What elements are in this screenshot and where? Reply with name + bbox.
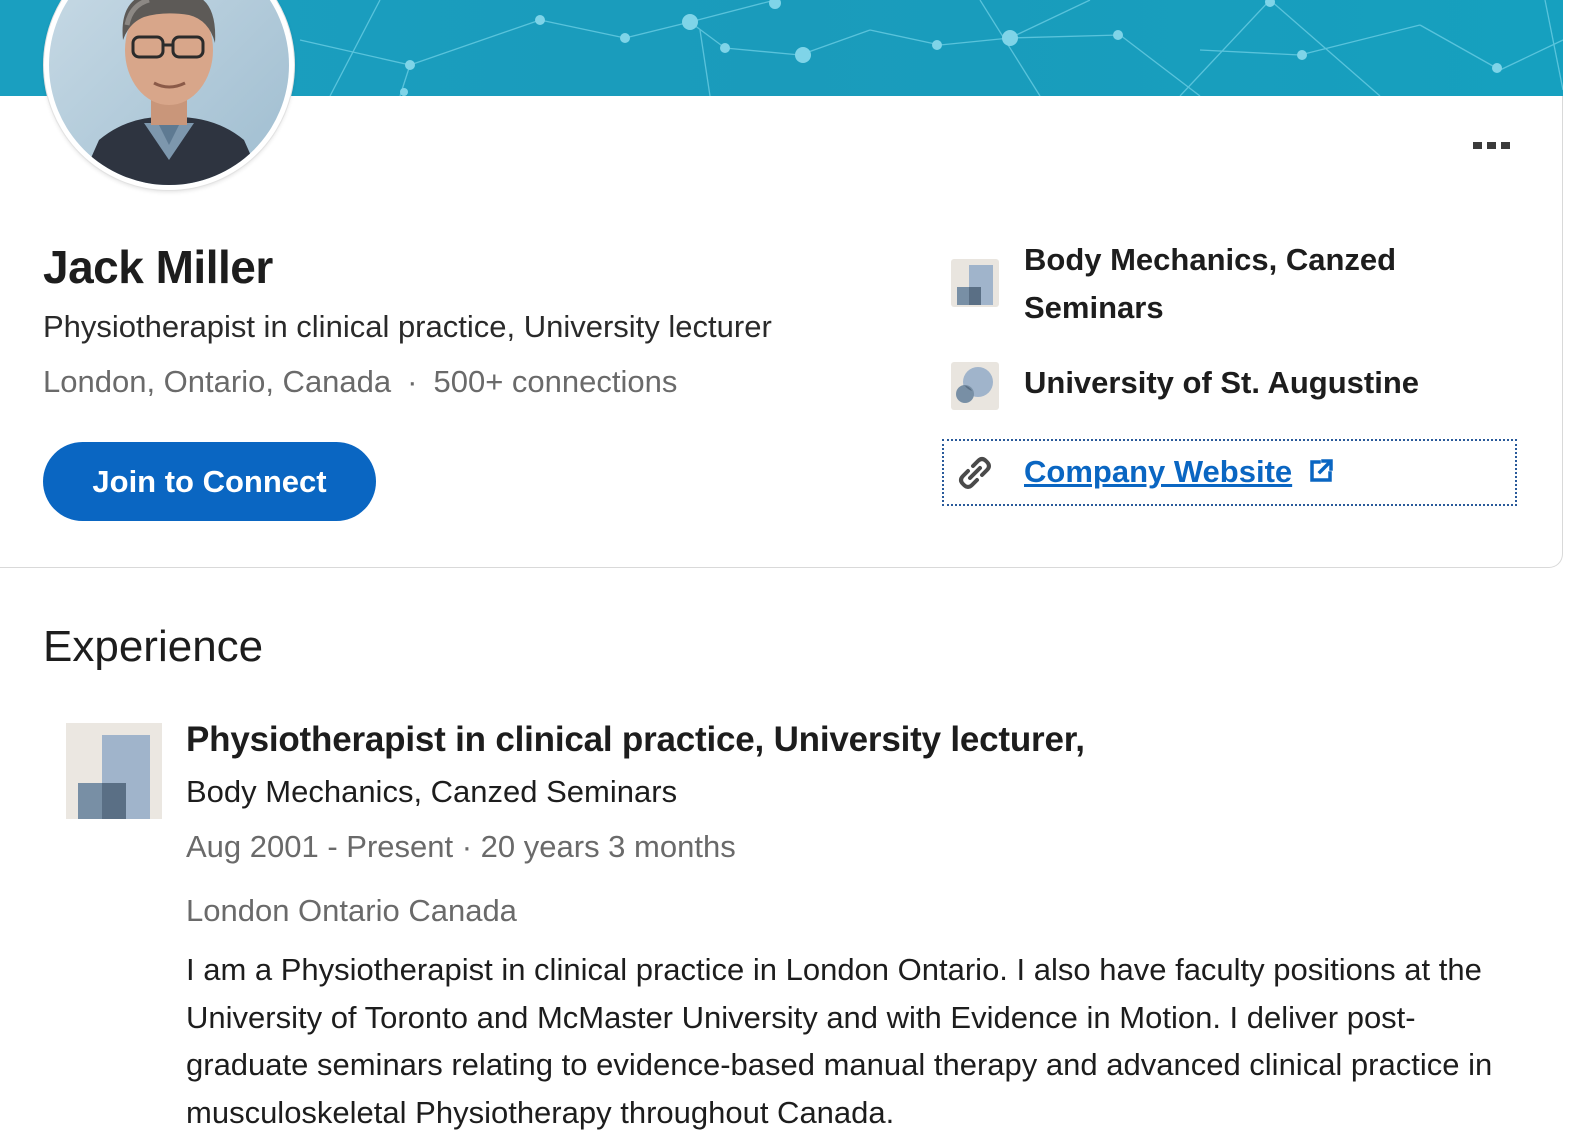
join-to-connect-button[interactable]: Join to Connect — [43, 442, 376, 521]
profile-meta: London, Ontario, Canada · 500+ connectio… — [43, 364, 677, 400]
experience-title[interactable]: Physiotherapist in clinical practice, Un… — [186, 720, 1085, 760]
more-dots-icon — [1472, 141, 1482, 149]
experience-description: I am a Physiotherapist in clinical pract… — [186, 952, 1493, 1130]
profile-connections: 500+ connections — [433, 364, 678, 399]
experience-dates: Aug 2001 - Present · 20 years 3 months — [186, 829, 736, 864]
profile-headline: Physiotherapist in clinical practice, Un… — [43, 309, 772, 344]
profile-location: London, Ontario, Canada — [43, 364, 392, 399]
school-logo-icon[interactable] — [951, 362, 999, 410]
profile-name: Jack Miller — [43, 241, 273, 293]
experience-heading: Experience — [43, 622, 264, 671]
company-website-link[interactable]: Company Website — [1024, 454, 1292, 490]
experience-location: London Ontario Canada — [186, 893, 517, 928]
experience-company[interactable]: Body Mechanics, Canzed Seminars — [186, 774, 677, 810]
profile-avatar[interactable] — [44, 0, 294, 190]
meta-separator: · — [407, 364, 418, 399]
avatar-photo — [49, 0, 289, 185]
education-school[interactable]: University of St. Augustine — [1024, 365, 1419, 401]
company-logo-icon[interactable] — [951, 259, 999, 307]
more-options-button[interactable] — [1463, 134, 1519, 156]
external-link-icon — [1310, 459, 1333, 482]
link-icon — [959, 457, 991, 489]
profile-top-card: Jack Miller Physiotherapist in clinical … — [0, 0, 1563, 568]
company-logo-icon[interactable] — [66, 723, 162, 819]
current-company[interactable]: Body Mechanics, Canzed Seminars — [1024, 236, 1444, 332]
